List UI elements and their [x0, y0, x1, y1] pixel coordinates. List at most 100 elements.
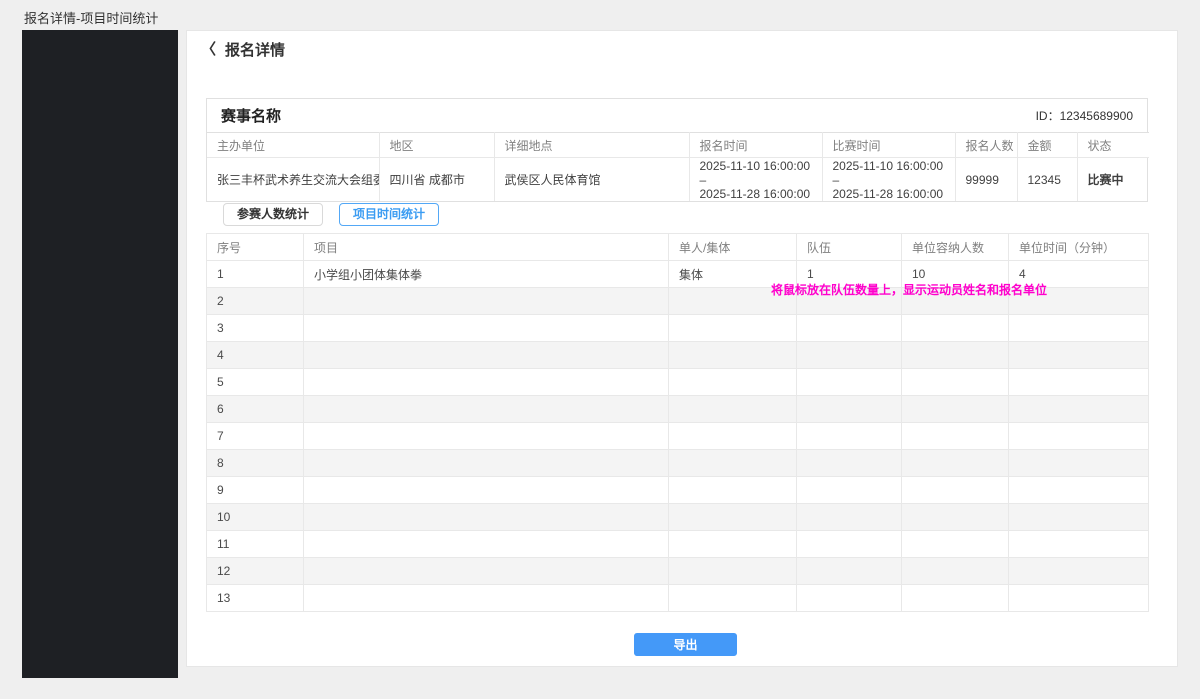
page-title: 报名详情-项目时间统计 — [24, 8, 158, 27]
col-unit-capacity: 单位容纳人数 — [902, 234, 1009, 261]
row-index-cell: 6 — [207, 396, 304, 423]
row-index-cell: 4 — [207, 342, 304, 369]
row-index-cell: 13 — [207, 585, 304, 612]
table-row: 6 — [207, 396, 1149, 423]
row-cell — [304, 585, 669, 612]
row-cell — [1009, 369, 1149, 396]
row-index-cell: 3 — [207, 315, 304, 342]
row-cell — [1009, 558, 1149, 585]
event-info-card: 赛事名称 ID：12345689900 主办单位 地区 详细地点 报名时间 比赛… — [206, 98, 1148, 202]
row-index-cell: 2 — [207, 288, 304, 315]
row-cell — [304, 450, 669, 477]
main-content: 〈 报名详情 赛事名称 ID：12345689900 主办单位 地区 详细地点 … — [186, 30, 1178, 667]
status-badge: 比赛中 — [1077, 158, 1149, 202]
row-cell — [669, 504, 797, 531]
row-cell — [1009, 342, 1149, 369]
row-cell — [1009, 477, 1149, 504]
row-cell — [304, 558, 669, 585]
table-row: 12 — [207, 558, 1149, 585]
row-cell — [902, 477, 1009, 504]
col-team: 队伍 — [797, 234, 902, 261]
row-index-cell: 9 — [207, 477, 304, 504]
table-row: 5 — [207, 369, 1149, 396]
row-cell — [669, 531, 797, 558]
row-cell — [902, 531, 1009, 558]
row-cell — [304, 504, 669, 531]
row-cell — [797, 531, 902, 558]
row-cell: 集体 — [669, 261, 797, 288]
row-cell — [669, 288, 797, 315]
table-row: 2 — [207, 288, 1149, 315]
col-index: 序号 — [207, 234, 304, 261]
table-row: 13 — [207, 585, 1149, 612]
event-info-table: 主办单位 地区 详细地点 报名时间 比赛时间 报名人数 金额 状态 张三丰杯武术… — [207, 132, 1149, 201]
event-name-label: 赛事名称 — [221, 105, 281, 126]
row-cell — [304, 288, 669, 315]
table-row: 1小学组小团体集体拳集体1104 — [207, 261, 1149, 288]
signup-count-value: 99999 — [955, 158, 1017, 202]
col-unit-time: 单位时间（分钟） — [1009, 234, 1149, 261]
row-cell — [797, 504, 902, 531]
col-venue: 详细地点 — [494, 133, 689, 158]
row-cell — [1009, 396, 1149, 423]
row-cell — [304, 531, 669, 558]
row-cell — [669, 315, 797, 342]
row-cell: 4 — [1009, 261, 1149, 288]
detail-header: 〈 报名详情 — [187, 31, 1177, 67]
row-cell — [669, 558, 797, 585]
row-cell — [1009, 504, 1149, 531]
signup-time-value: 2025-11-10 16:00:00 – 2025-11-28 16:00:0… — [689, 158, 822, 202]
col-organizer: 主办单位 — [207, 133, 379, 158]
row-cell — [902, 288, 1009, 315]
row-cell — [797, 342, 902, 369]
match-time-value: 2025-11-10 16:00:00 – 2025-11-28 16:00:0… — [822, 158, 955, 202]
row-cell — [902, 369, 1009, 396]
back-icon[interactable]: 〈 — [201, 42, 216, 57]
project-table-body: 1小学组小团体集体拳集体11042345678910111213 — [207, 261, 1149, 612]
row-index-cell: 7 — [207, 423, 304, 450]
project-header-row: 序号 项目 单人/集体 队伍 单位容纳人数 单位时间（分钟） — [207, 234, 1149, 261]
row-cell — [797, 450, 902, 477]
export-button[interactable]: 导出 — [634, 633, 737, 656]
row-cell — [1009, 423, 1149, 450]
row-cell — [304, 342, 669, 369]
table-row: 9 — [207, 477, 1149, 504]
row-cell — [797, 396, 902, 423]
table-row: 7 — [207, 423, 1149, 450]
row-cell — [902, 342, 1009, 369]
row-cell — [797, 558, 902, 585]
row-cell — [669, 396, 797, 423]
row-cell — [902, 504, 1009, 531]
tab-participant-count[interactable]: 参赛人数统计 — [223, 203, 323, 226]
organizer-value: 张三丰杯武术养生交流大会组委会 — [207, 158, 379, 202]
row-cell — [304, 315, 669, 342]
row-cell — [1009, 531, 1149, 558]
row-cell — [902, 396, 1009, 423]
row-cell — [669, 450, 797, 477]
row-cell — [797, 477, 902, 504]
row-cell — [669, 342, 797, 369]
sidebar — [22, 30, 178, 678]
row-index-cell: 1 — [207, 261, 304, 288]
row-cell — [797, 315, 902, 342]
row-cell — [669, 423, 797, 450]
col-match-time: 比赛时间 — [822, 133, 955, 158]
row-cell — [902, 585, 1009, 612]
row-cell — [902, 558, 1009, 585]
tab-project-time[interactable]: 项目时间统计 — [339, 203, 439, 226]
region-value: 四川省 成都市 — [379, 158, 494, 202]
col-region: 地区 — [379, 133, 494, 158]
table-row: 11 — [207, 531, 1149, 558]
row-index-cell: 12 — [207, 558, 304, 585]
row-cell — [669, 585, 797, 612]
row-index-cell: 8 — [207, 450, 304, 477]
col-project: 项目 — [304, 234, 669, 261]
table-row: 4 — [207, 342, 1149, 369]
team-count-cell[interactable]: 1 — [797, 261, 902, 288]
row-cell — [797, 423, 902, 450]
row-index-cell: 5 — [207, 369, 304, 396]
venue-value: 武侯区人民体育馆 — [494, 158, 689, 202]
row-cell: 小学组小团体集体拳 — [304, 261, 669, 288]
row-cell — [1009, 315, 1149, 342]
col-individual-group: 单人/集体 — [669, 234, 797, 261]
